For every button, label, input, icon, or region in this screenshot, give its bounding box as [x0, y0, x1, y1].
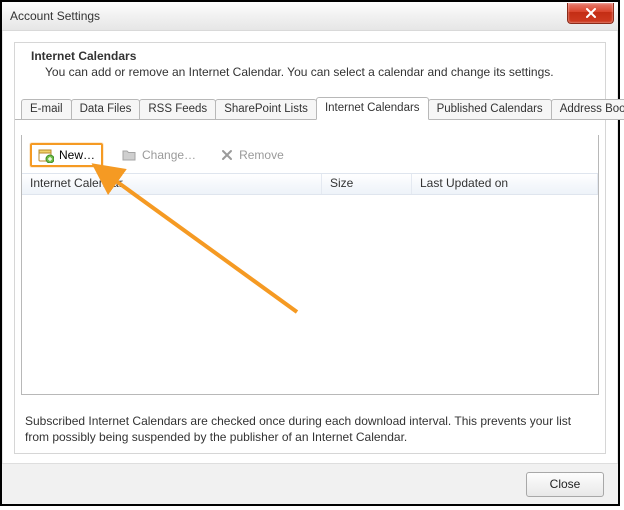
tab-panel-internet-calendars: New… Change… Remove Internet Calendar [21, 135, 599, 395]
remove-button-label: Remove [239, 148, 284, 162]
tab-email[interactable]: E-mail [21, 99, 72, 120]
column-header-last-updated[interactable]: Last Updated on [412, 174, 598, 194]
heading-title: Internet Calendars [31, 49, 589, 63]
grid-header: Internet Calendar Size Last Updated on [22, 173, 598, 195]
dialog-content: Internet Calendars You can add or remove… [14, 42, 606, 454]
tab-sharepoint-lists[interactable]: SharePoint Lists [215, 99, 317, 120]
tab-data-files[interactable]: Data Files [71, 99, 141, 120]
info-note: Subscribed Internet Calendars are checke… [21, 413, 599, 445]
tab-strip: E-mail Data Files RSS Feeds SharePoint L… [15, 97, 605, 120]
change-button: Change… [115, 145, 202, 165]
tab-rss-feeds[interactable]: RSS Feeds [139, 99, 216, 120]
heading-block: Internet Calendars You can add or remove… [15, 43, 605, 97]
new-calendar-icon [38, 147, 54, 163]
column-header-size[interactable]: Size [322, 174, 412, 194]
window-title: Account Settings [10, 9, 100, 23]
tab-published-calendars[interactable]: Published Calendars [428, 99, 552, 120]
remove-icon [220, 148, 234, 162]
titlebar: Account Settings [2, 2, 618, 31]
close-icon [585, 8, 597, 18]
heading-subtitle: You can add or remove an Internet Calend… [31, 63, 589, 79]
window-close-button[interactable] [567, 3, 614, 24]
toolbar: New… Change… Remove [22, 135, 598, 173]
change-button-label: Change… [142, 148, 196, 162]
tab-address-books[interactable]: Address Books [551, 99, 624, 120]
new-button-label: New… [59, 148, 95, 162]
new-button[interactable]: New… [30, 143, 103, 167]
tab-internet-calendars[interactable]: Internet Calendars [316, 97, 429, 120]
account-settings-dialog: Account Settings Internet Calendars You … [0, 0, 620, 506]
dialog-footer: Close [2, 463, 618, 504]
column-header-name[interactable]: Internet Calendar [22, 174, 322, 194]
change-folder-icon [121, 147, 137, 163]
close-button[interactable]: Close [526, 472, 604, 497]
remove-button: Remove [214, 146, 290, 164]
grid-body[interactable] [22, 195, 598, 335]
